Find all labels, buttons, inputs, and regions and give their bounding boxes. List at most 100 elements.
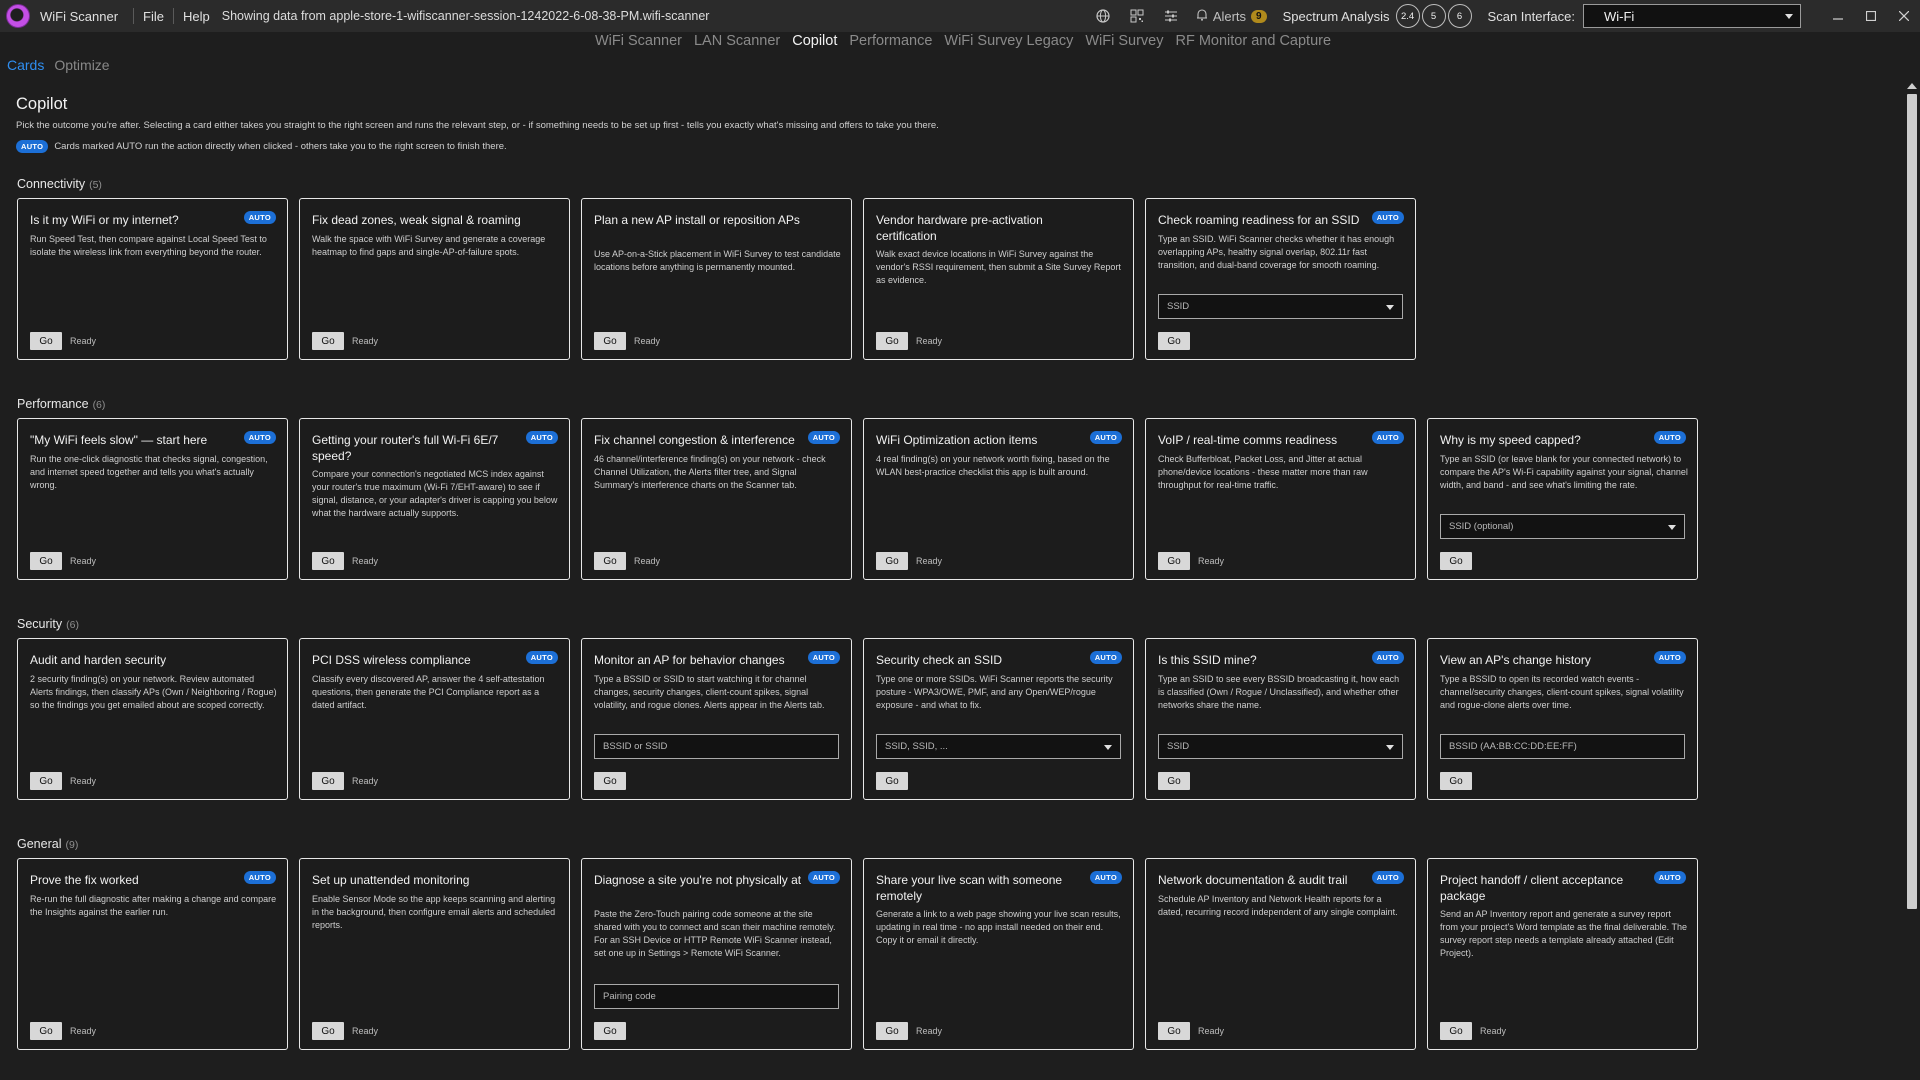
copilot-card[interactable]: VoIP / real-time comms readiness AUTO Chec… xyxy=(1145,418,1416,580)
close-button[interactable] xyxy=(1887,0,1920,32)
go-button[interactable]: Go xyxy=(876,552,908,570)
copilot-card[interactable]: "My WiFi feels slow" — start here AUTO Run… xyxy=(17,418,288,580)
go-button[interactable]: Go xyxy=(1158,552,1190,570)
copilot-card[interactable]: Diagnose a site you're not physically at… xyxy=(581,858,852,1050)
card-text-input[interactable]: BSSID (AA:BB:CC:DD:EE:FF) xyxy=(1440,734,1685,759)
minimize-button[interactable] xyxy=(1821,0,1854,32)
go-button[interactable]: Go xyxy=(1440,772,1472,790)
card-action-row: Go Ready xyxy=(876,1022,942,1040)
copilot-card[interactable]: Project handoff / client acceptance pack… xyxy=(1427,858,1698,1050)
copilot-card[interactable]: Check roaming readiness for an SSID AUTO T… xyxy=(1145,198,1416,360)
go-button[interactable]: Go xyxy=(594,552,626,570)
go-button[interactable]: Go xyxy=(30,772,62,790)
go-button[interactable]: Go xyxy=(1440,552,1472,570)
tab-rf-monitor[interactable]: RF Monitor and Capture xyxy=(1175,33,1331,53)
scroll-up-arrow-icon[interactable] xyxy=(1907,83,1917,89)
copilot-card[interactable]: Why is my speed capped? AUTO Type an SSID … xyxy=(1427,418,1698,580)
copilot-card[interactable]: Getting your router's full Wi-Fi 6E/7 sp… xyxy=(299,418,570,580)
copilot-card[interactable]: Fix channel congestion & interference AUT… xyxy=(581,418,852,580)
card-description: 2 security finding(s) on your network. R… xyxy=(30,674,277,710)
card-combo-input[interactable]: SSID, SSID, ... xyxy=(876,734,1121,759)
copilot-card[interactable]: Monitor an AP for behavior changes AUTO Ty… xyxy=(581,638,852,800)
alerts-button[interactable]: Alerts 9 xyxy=(1196,8,1267,24)
section-title: Performance (6) xyxy=(17,397,105,411)
band-6-button[interactable]: 6 xyxy=(1447,4,1472,28)
card-text-input[interactable]: BSSID or SSID xyxy=(594,734,839,759)
copilot-card[interactable]: View an AP's change history AUTO Type a BS… xyxy=(1427,638,1698,800)
tab-optimize[interactable]: Optimize xyxy=(54,57,109,73)
go-button[interactable]: Go xyxy=(30,552,62,570)
go-button[interactable]: Go xyxy=(876,332,908,350)
spectrum-analysis-label: Spectrum Analysis xyxy=(1282,8,1390,24)
go-button[interactable]: Go xyxy=(1158,1022,1190,1040)
go-button[interactable]: Go xyxy=(1158,332,1190,350)
maximize-button[interactable] xyxy=(1854,0,1887,32)
copilot-card[interactable]: Is it my WiFi or my internet? AUTO Run Spe… xyxy=(17,198,288,360)
copilot-card[interactable]: Vendor hardware pre-activation certifica… xyxy=(863,198,1134,360)
card-text-input[interactable]: Pairing code xyxy=(594,984,839,1009)
tab-cards[interactable]: Cards xyxy=(7,57,44,73)
menu-file[interactable]: File xyxy=(141,9,166,24)
chevron-down-icon[interactable] xyxy=(1104,745,1112,750)
card-combo-input[interactable]: SSID xyxy=(1158,734,1403,759)
go-button[interactable]: Go xyxy=(876,1022,908,1040)
session-file-info: Showing data from apple-store-1-wifiscan… xyxy=(221,9,710,23)
go-button[interactable]: Go xyxy=(1158,772,1190,790)
card-action-row: Go Ready xyxy=(312,552,378,570)
go-button[interactable]: Go xyxy=(1440,1022,1472,1040)
copilot-card[interactable]: Share your live scan with someone remote… xyxy=(863,858,1134,1050)
auto-badge: AUTO xyxy=(525,651,558,664)
copilot-card[interactable]: Fix dead zones, weak signal & roaming Wal… xyxy=(299,198,570,360)
tab-copilot[interactable]: Copilot xyxy=(792,33,837,53)
copilot-card[interactable]: Prove the fix worked AUTO Re-run the full … xyxy=(17,858,288,1050)
status-ready: Ready xyxy=(352,336,379,346)
copilot-card[interactable]: Plan a new AP install or reposition APs U… xyxy=(581,198,852,360)
copilot-card[interactable]: Set up unattended monitoring Enable Senso… xyxy=(299,858,570,1050)
auto-badge: AUTO xyxy=(1653,871,1686,884)
go-button[interactable]: Go xyxy=(876,772,908,790)
go-button[interactable]: Go xyxy=(312,1022,344,1040)
tab-performance[interactable]: Performance xyxy=(849,33,932,53)
card-title: Is this SSID mine? xyxy=(1158,653,1257,667)
sliders-icon[interactable] xyxy=(1162,7,1180,25)
band-5-button[interactable]: 5 xyxy=(1421,4,1446,28)
auto-badge: AUTO xyxy=(1089,431,1122,444)
card-combo-input[interactable]: SSID xyxy=(1158,294,1403,319)
band-2-4-button[interactable]: 2.4 xyxy=(1395,4,1420,28)
auto-badge: AUTO xyxy=(1371,651,1404,664)
go-button[interactable]: Go xyxy=(30,332,62,350)
qr-code-icon[interactable] xyxy=(1128,7,1146,25)
scroll-thumb[interactable] xyxy=(1907,94,1917,909)
card-title: View an AP's change history xyxy=(1440,653,1591,667)
copilot-card[interactable]: WiFi Optimization action items AUTO 4 real… xyxy=(863,418,1134,580)
vertical-scrollbar[interactable] xyxy=(1904,80,1920,1080)
go-button[interactable]: Go xyxy=(312,332,344,350)
go-button[interactable]: Go xyxy=(312,552,344,570)
copilot-card[interactable]: Security check an SSID AUTO Type one or mo… xyxy=(863,638,1134,800)
chevron-down-icon[interactable] xyxy=(1386,745,1394,750)
go-button[interactable]: Go xyxy=(30,1022,62,1040)
scan-interface-select[interactable]: Wi-Fi xyxy=(1583,4,1801,28)
go-button[interactable]: Go xyxy=(312,772,344,790)
chevron-down-icon[interactable] xyxy=(1386,305,1394,310)
go-button[interactable]: Go xyxy=(594,772,626,790)
tab-wifi-survey-legacy[interactable]: WiFi Survey Legacy xyxy=(944,33,1073,53)
tab-wifi-scanner[interactable]: WiFi Scanner xyxy=(595,33,682,53)
card-description: Use AP-on-a-Stick placement in WiFi Surv… xyxy=(594,249,841,272)
card-combo-input[interactable]: SSID (optional) xyxy=(1440,514,1685,539)
divider xyxy=(133,8,135,24)
status-ready: Ready xyxy=(70,336,97,346)
globe-icon[interactable] xyxy=(1094,7,1112,25)
copilot-card[interactable]: Audit and harden security 2 security find… xyxy=(17,638,288,800)
tab-lan-scanner[interactable]: LAN Scanner xyxy=(694,33,780,53)
input-placeholder: SSID, SSID, ... xyxy=(885,741,948,752)
auto-note-text: Cards marked AUTO run the action directl… xyxy=(54,141,507,152)
go-button[interactable]: Go xyxy=(594,1022,626,1040)
copilot-card[interactable]: PCI DSS wireless compliance AUTO Classify … xyxy=(299,638,570,800)
copilot-card[interactable]: Is this SSID mine? AUTO Type an SSID to se… xyxy=(1145,638,1416,800)
tab-wifi-survey[interactable]: WiFi Survey xyxy=(1085,33,1163,53)
chevron-down-icon[interactable] xyxy=(1668,525,1676,530)
copilot-card[interactable]: Network documentation & audit trail AUTO S… xyxy=(1145,858,1416,1050)
menu-help[interactable]: Help xyxy=(181,9,212,24)
go-button[interactable]: Go xyxy=(594,332,626,350)
